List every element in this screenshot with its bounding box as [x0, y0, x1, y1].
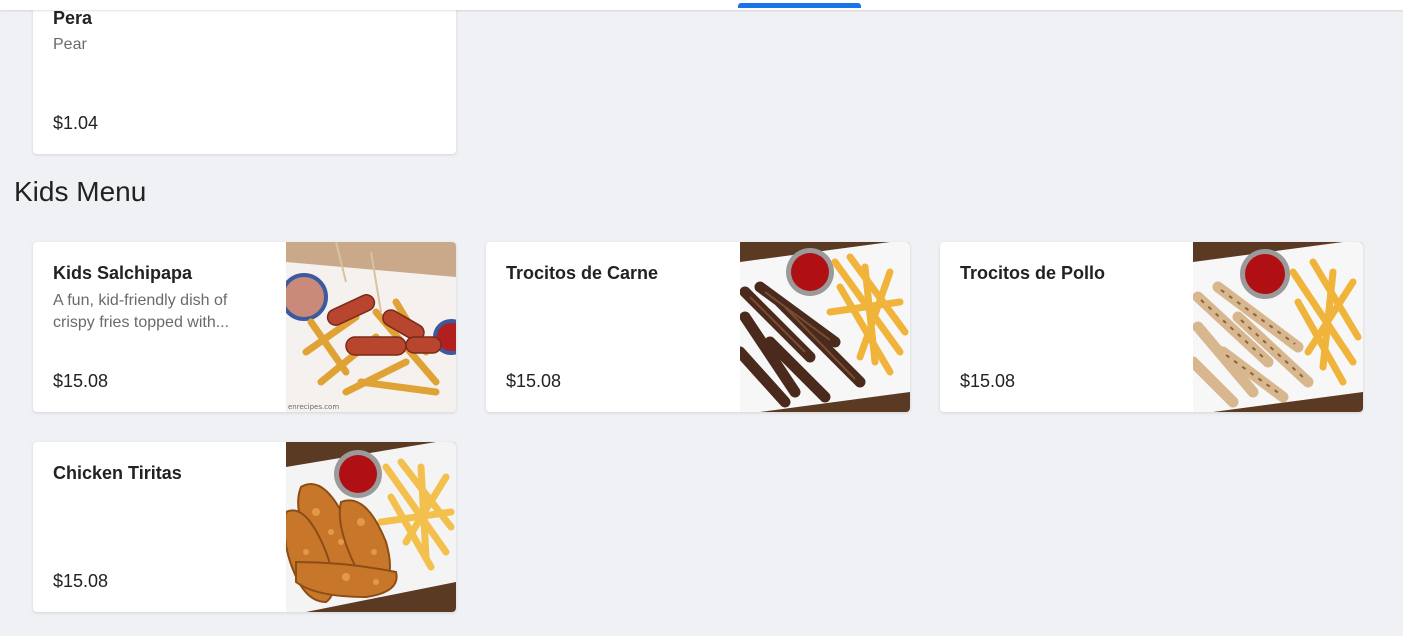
menu-item-name: Kids Salchipapa: [53, 263, 193, 283]
menu-item-price: $15.08: [53, 571, 109, 591]
menu-item-name: Chicken Tiritas: [53, 463, 182, 483]
image-watermark: enrecipes.com: [288, 403, 339, 411]
salchipapa-photo-icon: enrecipes.com: [286, 242, 456, 412]
menu-item-card[interactable]: Chicken Tiritas $15.08: [33, 442, 456, 612]
menu-item-price: $15.08: [53, 371, 109, 391]
menu-item-card[interactable]: Trocitos de Pollo $15.08: [940, 242, 1363, 412]
chicken-strips-photo-icon: [1193, 242, 1363, 412]
menu-page: Pera Pear $1.04 Kids Menu Kids Salchipap…: [0, 0, 1403, 636]
menu-item-card[interactable]: Pera Pear $1.04: [33, 0, 456, 154]
menu-item-description: A fun, kid-friendly dish of crispy fries…: [53, 292, 230, 331]
steak-strips-photo-icon: [740, 242, 910, 412]
menu-item-name: Trocitos de Carne: [506, 263, 659, 283]
menu-item-description: Pear: [53, 36, 87, 53]
section-title: Kids Menu: [14, 176, 147, 207]
menu-item-name: Trocitos de Pollo: [960, 263, 1106, 283]
fried-chicken-tenders-photo-icon: [286, 442, 456, 612]
menu-item-card[interactable]: Trocitos de Carne $15.08: [486, 242, 910, 412]
active-tab-indicator: [738, 3, 861, 8]
menu-item-name: Pera: [53, 8, 93, 28]
menu-item-card[interactable]: Kids Salchipapa A fun, kid-friendly dish…: [33, 242, 456, 412]
menu-item-price: $15.08: [506, 371, 562, 391]
menu-item-price: $15.08: [960, 371, 1016, 391]
top-nav-bar: [0, 0, 1403, 10]
menu-item-price: $1.04: [53, 113, 99, 133]
